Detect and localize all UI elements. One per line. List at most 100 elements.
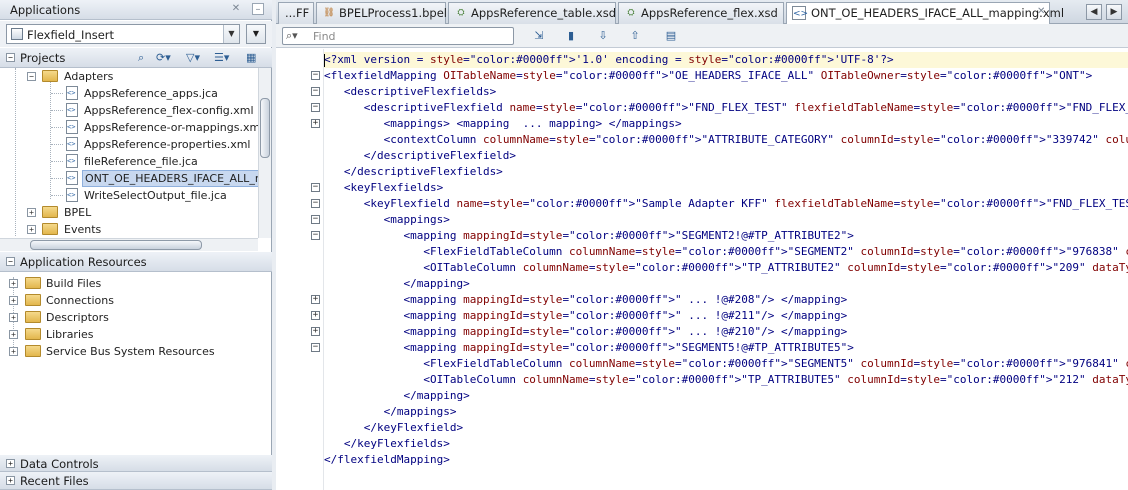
filter-icon[interactable]: ▽▾ (186, 51, 200, 65)
fold-collapse-icon[interactable]: − (311, 103, 320, 112)
application-menu-button[interactable]: ▼ (246, 24, 266, 44)
folder-icon (25, 328, 41, 340)
xsd-icon: ⛭ (457, 8, 465, 18)
fold-collapse-icon[interactable]: − (311, 199, 320, 208)
fold-collapse-icon[interactable]: − (311, 87, 320, 96)
code-line[interactable]: <mapping mappingId=style="color:#0000ff"… (324, 324, 847, 340)
folder-icon (42, 70, 58, 82)
code-line[interactable]: </descriptiveFlexfields> (324, 164, 503, 180)
xml-file-icon (66, 188, 78, 202)
fold-expand-icon[interactable]: + (311, 311, 320, 320)
code-line[interactable]: <mappings> <mapping ... mapping> </mappi… (324, 116, 682, 132)
expand-icon[interactable]: + (9, 313, 18, 322)
code-view[interactable]: <?xml version = style="color:#0000ff">'1… (324, 49, 1128, 490)
code-line[interactable]: </mapping> (324, 388, 469, 404)
data-controls-title: Data Controls (20, 457, 99, 471)
recent-files-title: Recent Files (20, 474, 89, 488)
collapse-icon[interactable]: − (6, 257, 15, 266)
format-icon[interactable]: ▤ (662, 27, 680, 45)
expand-icon[interactable]: + (6, 476, 15, 485)
tab-mapping-xml[interactable]: <> ONT_OE_HEADERS_IFACE_ALL_mapping.xml … (786, 2, 1064, 25)
expand-icon[interactable]: + (9, 347, 18, 356)
code-line[interactable]: <mappings> (324, 212, 450, 228)
code-line[interactable]: <?xml version = style="color:#0000ff">'1… (324, 52, 1128, 68)
code-line[interactable]: <flexfieldMapping OITableName=style="col… (324, 68, 1092, 84)
fold-expand-icon[interactable]: + (311, 327, 320, 336)
tab-apps-reference-table[interactable]: ⛭ AppsReference_table.xsd (448, 2, 616, 24)
search-icon: ⌕▾ (286, 29, 298, 42)
next-bookmark-icon[interactable]: ⇩ (594, 27, 612, 45)
code-line[interactable]: <keyFlexfield name=style="color:#0000ff"… (324, 196, 1128, 212)
bookmark-icon[interactable]: ▮ (562, 27, 580, 45)
code-line[interactable]: <FlexFieldTableColumn columnName=style="… (324, 244, 1128, 260)
search-icon[interactable]: ⌕ (138, 51, 144, 65)
code-line[interactable]: </flexfieldMapping> (324, 452, 450, 468)
code-line[interactable]: <keyFlexfields> (324, 180, 443, 196)
code-line[interactable]: <OITableColumn columnName=style="color:#… (324, 372, 1128, 388)
refresh-icon[interactable]: ⟳▾ (156, 51, 171, 65)
code-line[interactable]: <descriptiveFlexfields> (324, 84, 496, 100)
code-line[interactable]: <mapping mappingId=style="color:#0000ff"… (324, 308, 847, 324)
resources-tree: + Build Files + Connections + Descriptor… (0, 273, 270, 453)
code-line[interactable]: </descriptiveFlexfield> (324, 148, 516, 164)
code-line[interactable]: </keyFlexfield> (324, 420, 463, 436)
data-controls-header[interactable]: + Data Controls (0, 455, 272, 472)
application-selector-row: Flexfield_Insert ▼ ▼ (0, 21, 272, 47)
go-to-source-icon[interactable]: ⇲ (530, 27, 548, 45)
application-combo[interactable]: Flexfield_Insert ▼ (6, 24, 240, 44)
code-line[interactable]: <contextColumn columnName=style="color:#… (324, 132, 1128, 148)
fold-collapse-icon[interactable]: − (311, 231, 320, 240)
collapse-icon[interactable]: − (27, 72, 36, 81)
code-line[interactable]: </mappings> (324, 404, 457, 420)
scrollbar-thumb[interactable] (30, 240, 202, 250)
code-line[interactable]: <mapping mappingId=style="color:#0000ff"… (324, 340, 853, 356)
bpel-icon: ⛓ (323, 8, 335, 18)
fold-collapse-icon[interactable]: − (311, 71, 320, 80)
sort-icon[interactable]: ☰▾ (214, 51, 229, 65)
expand-icon[interactable]: + (27, 208, 36, 217)
chevron-right-icon[interactable]: ▶ (1106, 4, 1122, 20)
expand-icon[interactable]: + (9, 330, 18, 339)
application-resources-header[interactable]: − Application Resources (0, 252, 272, 272)
minimize-icon[interactable]: – (252, 3, 264, 15)
folder-icon (42, 223, 58, 235)
tab-apps-reference-flex[interactable]: ⛭ AppsReference_flex.xsd (618, 2, 784, 24)
code-line[interactable]: <FlexFieldTableColumn columnName=style="… (324, 356, 1128, 372)
expand-icon[interactable]: + (9, 279, 18, 288)
projects-horizontal-scrollbar[interactable] (0, 238, 258, 251)
tab-bpel-process[interactable]: ⛓ BPELProcess1.bpel (316, 2, 447, 24)
code-line[interactable]: </mapping> (324, 276, 469, 292)
tab-ff[interactable]: ...FF (278, 2, 314, 24)
close-icon[interactable]: ✕ (230, 3, 242, 15)
fold-collapse-icon[interactable]: − (311, 343, 320, 352)
grid-icon[interactable]: ▦ (246, 51, 256, 65)
fold-collapse-icon[interactable]: − (311, 183, 320, 192)
code-line[interactable]: <mapping mappingId=style="color:#0000ff"… (324, 228, 853, 244)
expand-icon[interactable]: + (27, 225, 36, 234)
code-line[interactable]: <mapping mappingId=style="color:#0000ff"… (324, 292, 847, 308)
editor-toolbar: ⌕▾ ⇲ ▮ ⇩ ⇧ ▤ (276, 24, 1128, 48)
expand-icon[interactable]: + (6, 459, 15, 468)
expand-icon[interactable]: + (9, 296, 18, 305)
fold-collapse-icon[interactable]: − (311, 215, 320, 224)
find-input[interactable] (313, 29, 509, 43)
recent-files-header[interactable]: + Recent Files (0, 472, 272, 490)
fold-expand-icon[interactable]: + (311, 119, 320, 128)
folder-icon (42, 206, 58, 218)
application-navigator: Applications ✕ – Flexfield_Insert ▼ ▼ − … (0, 0, 272, 490)
xsd-icon: ⛭ (627, 8, 635, 18)
fold-expand-icon[interactable]: + (311, 295, 320, 304)
code-line[interactable]: <OITableColumn columnName=style="color:#… (324, 260, 1128, 276)
close-icon[interactable]: ✕ (1037, 6, 1045, 17)
xml-icon: <> (792, 6, 808, 20)
code-line[interactable]: <descriptiveFlexfield name=style="color:… (324, 100, 1128, 116)
code-line[interactable]: </keyFlexfields> (324, 436, 450, 452)
applications-panel-header: Applications ✕ – (0, 0, 272, 20)
chevron-down-icon[interactable]: ▼ (223, 25, 239, 43)
projects-vertical-scrollbar[interactable] (258, 68, 271, 238)
scrollbar-thumb[interactable] (260, 98, 270, 158)
collapse-icon[interactable]: − (6, 53, 15, 62)
previous-bookmark-icon[interactable]: ⇧ (626, 27, 644, 45)
chevron-left-icon[interactable]: ◀ (1086, 4, 1102, 20)
find-field[interactable]: ⌕▾ (282, 27, 514, 45)
